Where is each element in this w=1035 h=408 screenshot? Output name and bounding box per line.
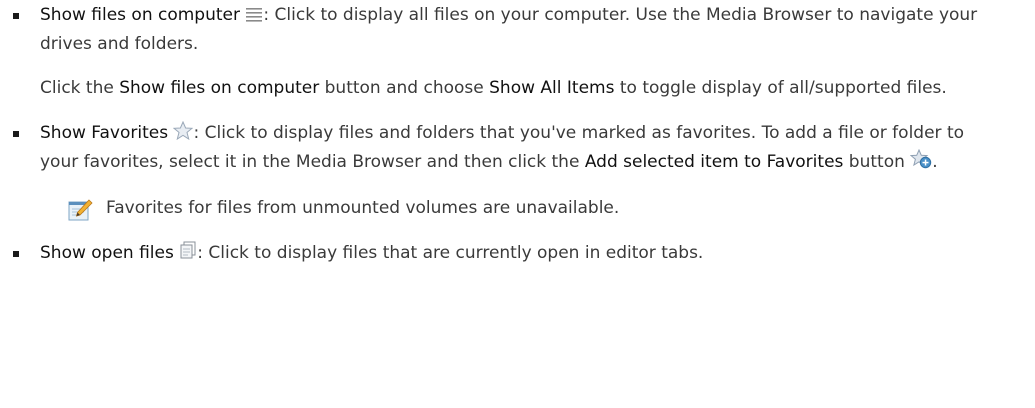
list-item-show-favorites: Show Favorites : Click to display files … <box>0 120 1035 222</box>
show-favorites-label: Show Favorites <box>40 123 169 143</box>
document: Show files on computer : Click to displa… <box>0 0 1035 269</box>
star-icon <box>173 120 194 149</box>
sub-text: . <box>932 152 938 172</box>
bullet <box>13 13 19 19</box>
show-files-on-computer-subparagraph: Click the Show files on computer button … <box>40 75 985 102</box>
note-icon <box>68 198 94 231</box>
show-files-on-computer-ref: Show files on computer <box>119 78 320 98</box>
list-icon <box>245 4 263 31</box>
note-text: Favorites for files from unmounted volum… <box>106 198 620 218</box>
show-open-files-label: Show open files <box>40 243 174 263</box>
show-all-items-ref: Show All Items <box>489 78 615 98</box>
open-files-icon <box>179 241 197 269</box>
bullet <box>13 131 19 137</box>
show-files-on-computer-label: Show files on computer <box>40 5 240 25</box>
sub-text: button <box>843 152 905 172</box>
add-favorite-icon <box>909 148 932 178</box>
sub-text: button and choose <box>319 78 490 98</box>
show-open-files-description: : Click to display files that are curren… <box>197 243 704 263</box>
list-item-show-open-files: Show open files : Click to display files… <box>0 240 1035 269</box>
bullet <box>13 251 19 257</box>
add-selected-item-ref: Add selected item to Favorites <box>584 152 844 172</box>
sub-text: Click the <box>40 78 120 98</box>
sub-text: to toggle display of all/supported files… <box>614 78 947 98</box>
note: Favorites for files from unmounted volum… <box>0 195 985 222</box>
list-item-show-files-on-computer: Show files on computer : Click to displa… <box>0 2 1035 102</box>
